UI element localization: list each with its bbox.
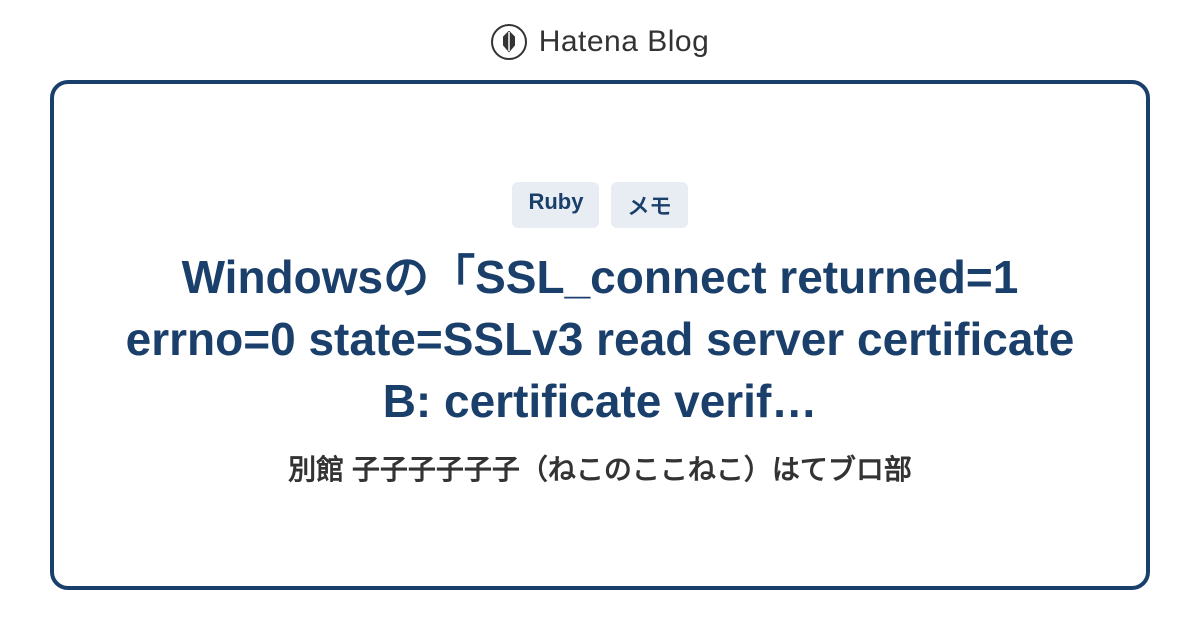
tag-list: Ruby メモ — [512, 182, 687, 228]
tag-item[interactable]: メモ — [611, 182, 687, 228]
tag-item[interactable]: Ruby — [512, 182, 599, 228]
article-card: Ruby メモ Windowsの「SSL_connect returned=1 … — [50, 80, 1150, 590]
blog-name: 別館 子子子子子子（ねこのここねこ）はてブロ部 — [288, 448, 912, 488]
header: Hatena Blog — [491, 0, 710, 80]
article-title: Windowsの「SSL_connect returned=1 errno=0 … — [120, 246, 1080, 432]
hatena-logo-icon — [491, 24, 527, 60]
service-name: Hatena Blog — [539, 25, 710, 59]
